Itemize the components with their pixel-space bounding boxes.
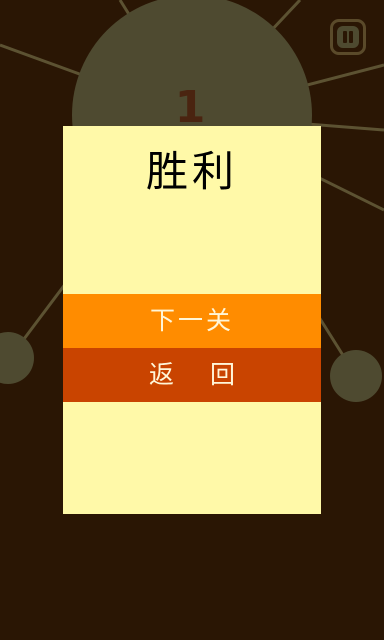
pin-ball-left [0,332,34,384]
level-number: 1 [174,82,206,133]
next-level-button[interactable]: 下一关 [63,294,321,348]
pin-ball-right [330,350,382,402]
dialog-title: 胜利 [145,147,238,196]
pause-icon [337,26,359,48]
pause-button[interactable] [330,19,366,55]
back-button[interactable]: 返回 [63,348,321,402]
